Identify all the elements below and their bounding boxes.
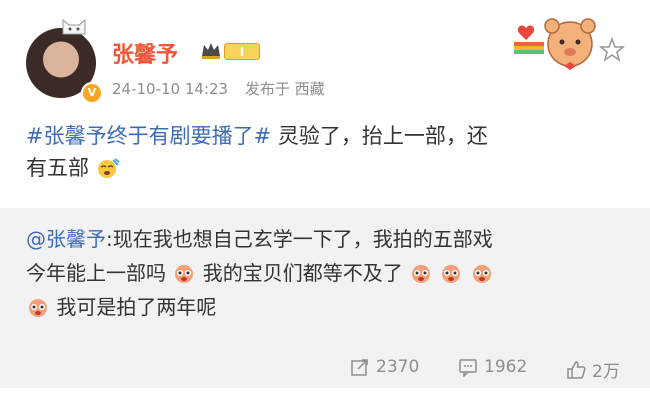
cool-emoji-icon xyxy=(97,158,120,178)
cry-emoji-icon xyxy=(29,299,47,317)
post-body: #张馨予终于有剧要播了# 灵验了，抬上一部，还 有五部 xyxy=(26,120,626,184)
comment-button[interactable]: 1962 xyxy=(458,357,527,377)
level-badge: I xyxy=(224,43,260,60)
repost-button[interactable]: 2370 xyxy=(350,357,419,377)
cry-emoji-icon xyxy=(175,265,194,283)
post-meta: 24-10-10 14:23 发布于 西藏 xyxy=(112,78,325,99)
timestamp: 24-10-10 14:23 xyxy=(112,80,229,98)
like-icon xyxy=(567,360,586,379)
cry-emoji-icon xyxy=(472,265,491,283)
username[interactable]: 张馨予 xyxy=(112,37,178,69)
location: 发布于 西藏 xyxy=(244,80,325,98)
topic-link[interactable]: #张馨予终于有剧要播了# xyxy=(26,124,271,148)
action-bar xyxy=(0,348,650,388)
repost-text-1: :现在我也想自己玄学一下了，我拍的五部戏 xyxy=(106,227,493,251)
repost-count: 2370 xyxy=(376,357,420,377)
repost-text-2: 今年能上一部吗 xyxy=(26,261,166,285)
comment-icon xyxy=(459,359,477,377)
cry-emoji-icon xyxy=(442,265,461,283)
cry-emoji-icon xyxy=(412,265,431,283)
star-icon[interactable] xyxy=(598,36,626,64)
weibo-post: V 张馨予 I 24-10-10 14:23 发布于 西藏 #张馨予终于有剧要播… xyxy=(0,0,650,402)
comment-count: 1962 xyxy=(484,357,528,377)
share-icon xyxy=(351,359,368,376)
bear-decoration-icon xyxy=(514,18,596,70)
mention-link[interactable]: @张馨予 xyxy=(26,227,106,251)
like-button[interactable]: 2万 xyxy=(566,357,620,382)
cat-icon xyxy=(62,18,86,35)
repost-content: @张馨予:现在我也想自己玄学一下了，我拍的五部戏 今年能上一部吗 我的宝贝们都等… xyxy=(26,222,626,324)
like-count: 2万 xyxy=(592,362,620,382)
repost-text-4: 我可是拍了两年呢 xyxy=(50,295,217,319)
repost-text-3: 我的宝贝们都等不及了 xyxy=(196,261,403,285)
crown-icon xyxy=(202,43,220,59)
post-text-1: 灵验了，抬上一部，还 xyxy=(271,124,488,148)
avatar[interactable]: V xyxy=(26,18,103,104)
post-text-2: 有五部 xyxy=(26,156,89,180)
verified-badge-icon: V xyxy=(81,82,103,104)
